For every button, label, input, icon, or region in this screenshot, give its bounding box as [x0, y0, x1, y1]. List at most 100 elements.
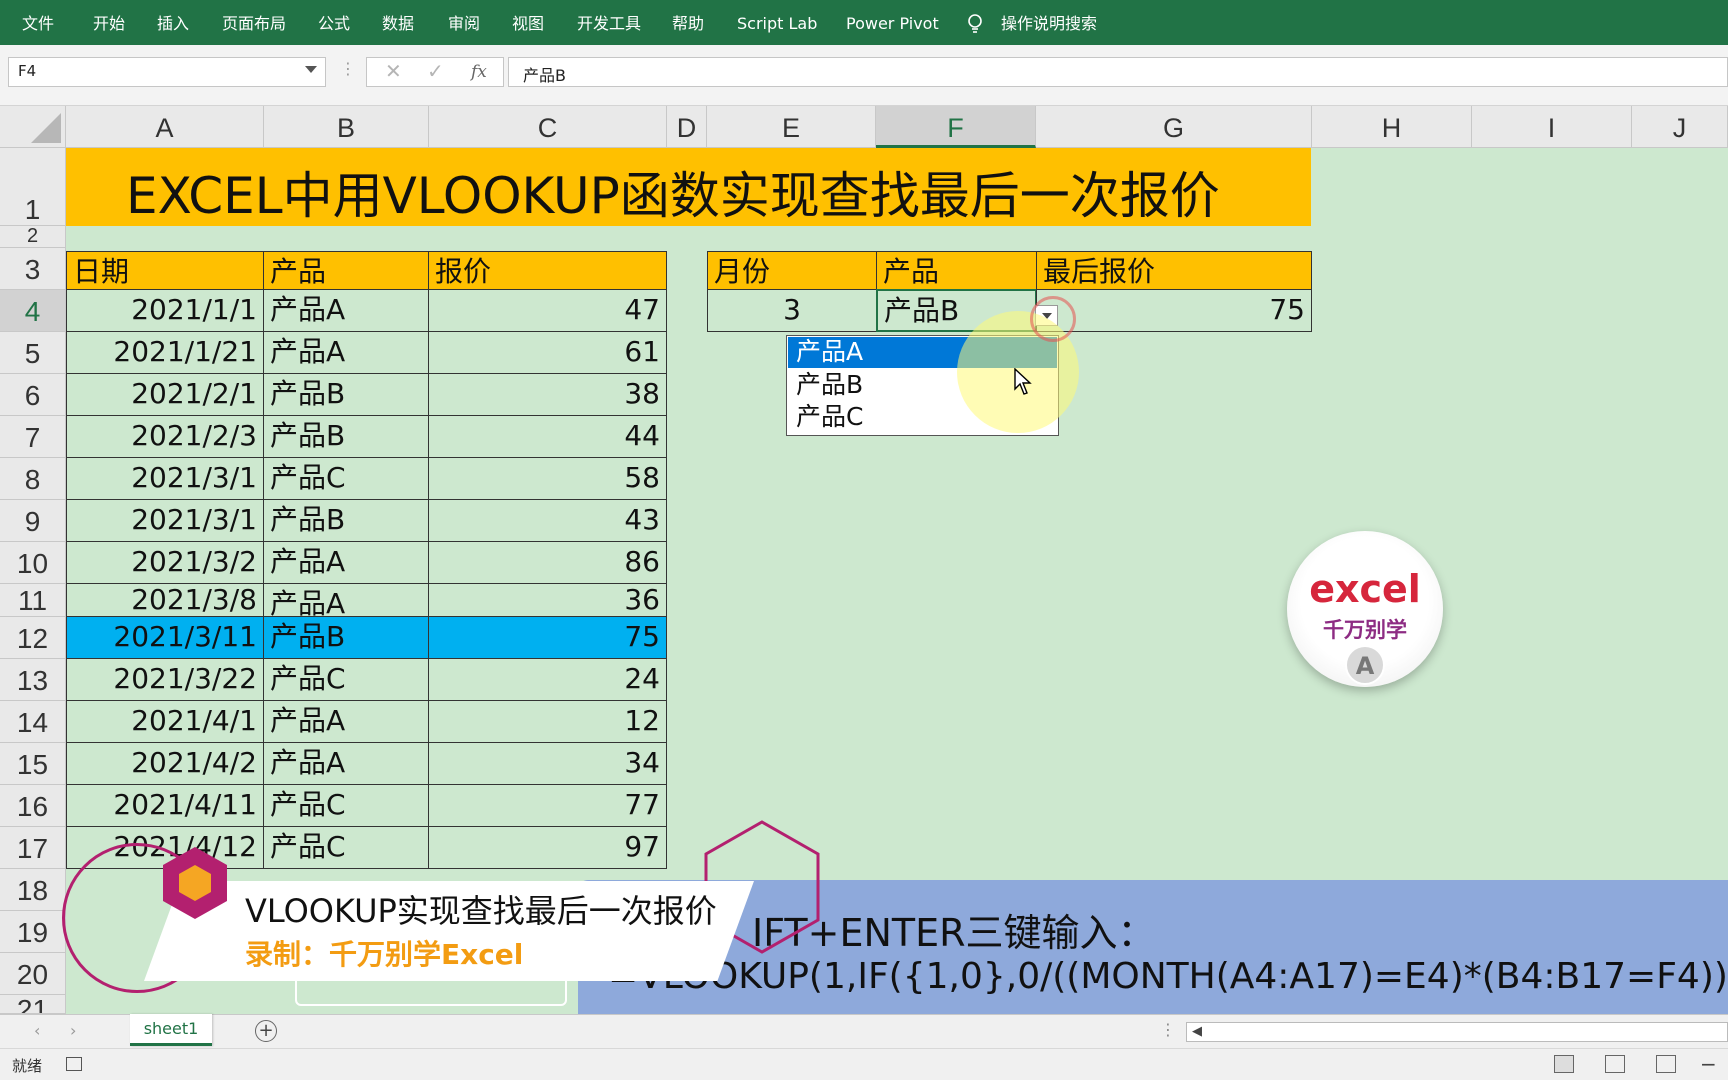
table-cell-price[interactable]: 43 [428, 499, 667, 542]
menu-power-pivot[interactable]: Power Pivot [846, 0, 939, 45]
row-header-13[interactable]: 13 [0, 659, 66, 701]
menu-developer[interactable]: 开发工具 [577, 0, 641, 45]
enter-icon[interactable]: ✓ [427, 59, 444, 83]
lookup-header-product[interactable]: 产品 [876, 251, 1037, 290]
table-cell-date[interactable]: 2021/4/1 [66, 700, 264, 743]
row-header-6[interactable]: 6 [0, 374, 66, 416]
table-cell-price[interactable]: 36 [428, 583, 667, 617]
table-cell-date[interactable]: 2021/3/11 [66, 616, 264, 659]
table-cell-price[interactable]: 75 [428, 616, 667, 659]
table-cell-price[interactable]: 44 [428, 415, 667, 458]
column-header-d[interactable]: D [667, 106, 707, 148]
scroll-left-arrow-icon[interactable]: ◀ [1192, 1024, 1202, 1039]
row-header-17[interactable]: 17 [0, 827, 66, 869]
table-cell-price[interactable]: 97 [428, 826, 667, 869]
table-cell-product[interactable]: 产品C [263, 658, 429, 701]
row-header-1[interactable]: 1 [0, 148, 66, 226]
row-header-7[interactable]: 7 [0, 416, 66, 458]
row-header-11[interactable]: 11 [0, 584, 66, 617]
menu-script-lab[interactable]: Script Lab [737, 0, 817, 45]
menu-help[interactable]: 帮助 [672, 0, 704, 45]
menu-review[interactable]: 审阅 [448, 0, 480, 45]
menu-view[interactable]: 视图 [512, 0, 544, 45]
column-header-a[interactable]: A [66, 106, 264, 148]
row-header-2[interactable]: 2 [0, 226, 66, 248]
table-cell-date[interactable]: 2021/2/3 [66, 415, 264, 458]
row-header-14[interactable]: 14 [0, 701, 66, 743]
column-header-h[interactable]: H [1312, 106, 1472, 148]
horizontal-scrollbar[interactable]: ◀ [1186, 1022, 1728, 1042]
lookup-last-price-cell[interactable]: 75 [1036, 289, 1312, 332]
lookup-month-cell[interactable]: 3 [707, 289, 877, 332]
more-icon[interactable]: ⋮ [1160, 1020, 1176, 1039]
table-cell-product[interactable]: 产品A [263, 700, 429, 743]
row-header-8[interactable]: 8 [0, 458, 66, 500]
row-header-9[interactable]: 9 [0, 500, 66, 542]
table-cell-product[interactable]: 产品B [263, 373, 429, 416]
table-cell-product[interactable]: 产品A [263, 289, 429, 332]
table-cell-price[interactable]: 47 [428, 289, 667, 332]
table-cell-price[interactable]: 38 [428, 373, 667, 416]
tab-sheet1[interactable]: sheet1 [130, 1014, 212, 1046]
page-break-view-icon[interactable] [1656, 1055, 1676, 1073]
tell-me-search[interactable]: 操作说明搜索 [1001, 0, 1097, 45]
row-header-21[interactable]: 21 [0, 995, 66, 1014]
more-icon[interactable]: ⋮ [340, 59, 356, 78]
table-cell-price[interactable]: 61 [428, 331, 667, 374]
table-header-date[interactable]: 日期 [66, 251, 264, 290]
column-header-c[interactable]: C [429, 106, 667, 148]
chevron-down-icon[interactable] [305, 66, 317, 73]
worksheet[interactable]: A B C D E F G H I J 1 2 3 4 5 6 7 8 9 10… [0, 106, 1728, 1014]
name-box[interactable]: F4 [8, 57, 326, 87]
table-cell-product[interactable]: 产品B [263, 415, 429, 458]
table-cell-product[interactable]: 产品A [263, 742, 429, 785]
lookup-header-month[interactable]: 月份 [707, 251, 877, 290]
table-cell-date[interactable]: 2021/3/2 [66, 541, 264, 584]
column-header-j[interactable]: J [1632, 106, 1728, 148]
table-cell-product[interactable]: 产品C [263, 457, 429, 500]
row-header-20[interactable]: 20 [0, 953, 66, 995]
table-header-price[interactable]: 报价 [428, 251, 667, 290]
table-cell-price[interactable]: 77 [428, 784, 667, 827]
table-cell-price[interactable]: 24 [428, 658, 667, 701]
row-header-10[interactable]: 10 [0, 542, 66, 584]
menu-formulas[interactable]: 公式 [318, 0, 350, 45]
row-header-5[interactable]: 5 [0, 332, 66, 374]
column-header-i[interactable]: I [1472, 106, 1632, 148]
menu-home[interactable]: 开始 [93, 0, 125, 45]
row-header-18[interactable]: 18 [0, 869, 66, 911]
page-layout-view-icon[interactable] [1605, 1055, 1625, 1073]
zoom-out-icon[interactable]: − [1700, 1052, 1717, 1076]
table-cell-product[interactable]: 产品A [263, 541, 429, 584]
column-header-b[interactable]: B [264, 106, 429, 148]
row-header-16[interactable]: 16 [0, 785, 66, 827]
table-cell-date[interactable]: 2021/3/8 [66, 583, 264, 617]
row-header-19[interactable]: 19 [0, 911, 66, 953]
row-header-4[interactable]: 4 [0, 290, 66, 332]
table-cell-product[interactable]: 产品C [263, 784, 429, 827]
lightbulb-icon[interactable] [966, 13, 984, 35]
table-cell-price[interactable]: 86 [428, 541, 667, 584]
table-cell-date[interactable]: 2021/3/22 [66, 658, 264, 701]
table-cell-date[interactable]: 2021/1/21 [66, 331, 264, 374]
table-cell-price[interactable]: 34 [428, 742, 667, 785]
cancel-icon[interactable]: ✕ [385, 59, 402, 83]
column-header-e[interactable]: E [707, 106, 876, 148]
table-header-product[interactable]: 产品 [263, 251, 429, 290]
table-cell-price[interactable]: 58 [428, 457, 667, 500]
select-all-corner[interactable] [0, 106, 66, 148]
scroll-left-icon[interactable]: ‹ [34, 1021, 40, 1040]
formula-input[interactable]: 产品B [508, 57, 1728, 87]
table-cell-date[interactable]: 2021/1/1 [66, 289, 264, 332]
menu-file[interactable]: 文件 [22, 0, 54, 45]
table-cell-date[interactable]: 2021/3/1 [66, 457, 264, 500]
title-cell[interactable]: EXCEL中用VLOOKUP函数实现查找最后一次报价 [66, 148, 1311, 226]
table-cell-product[interactable]: 产品C [263, 826, 429, 869]
table-cell-date[interactable]: 2021/4/2 [66, 742, 264, 785]
add-sheet-button[interactable]: + [255, 1020, 277, 1042]
table-cell-product[interactable]: 产品A [263, 331, 429, 374]
table-cell-product[interactable]: 产品B [263, 616, 429, 659]
row-header-15[interactable]: 15 [0, 743, 66, 785]
menu-insert[interactable]: 插入 [157, 0, 189, 45]
row-header-12[interactable]: 12 [0, 617, 66, 659]
